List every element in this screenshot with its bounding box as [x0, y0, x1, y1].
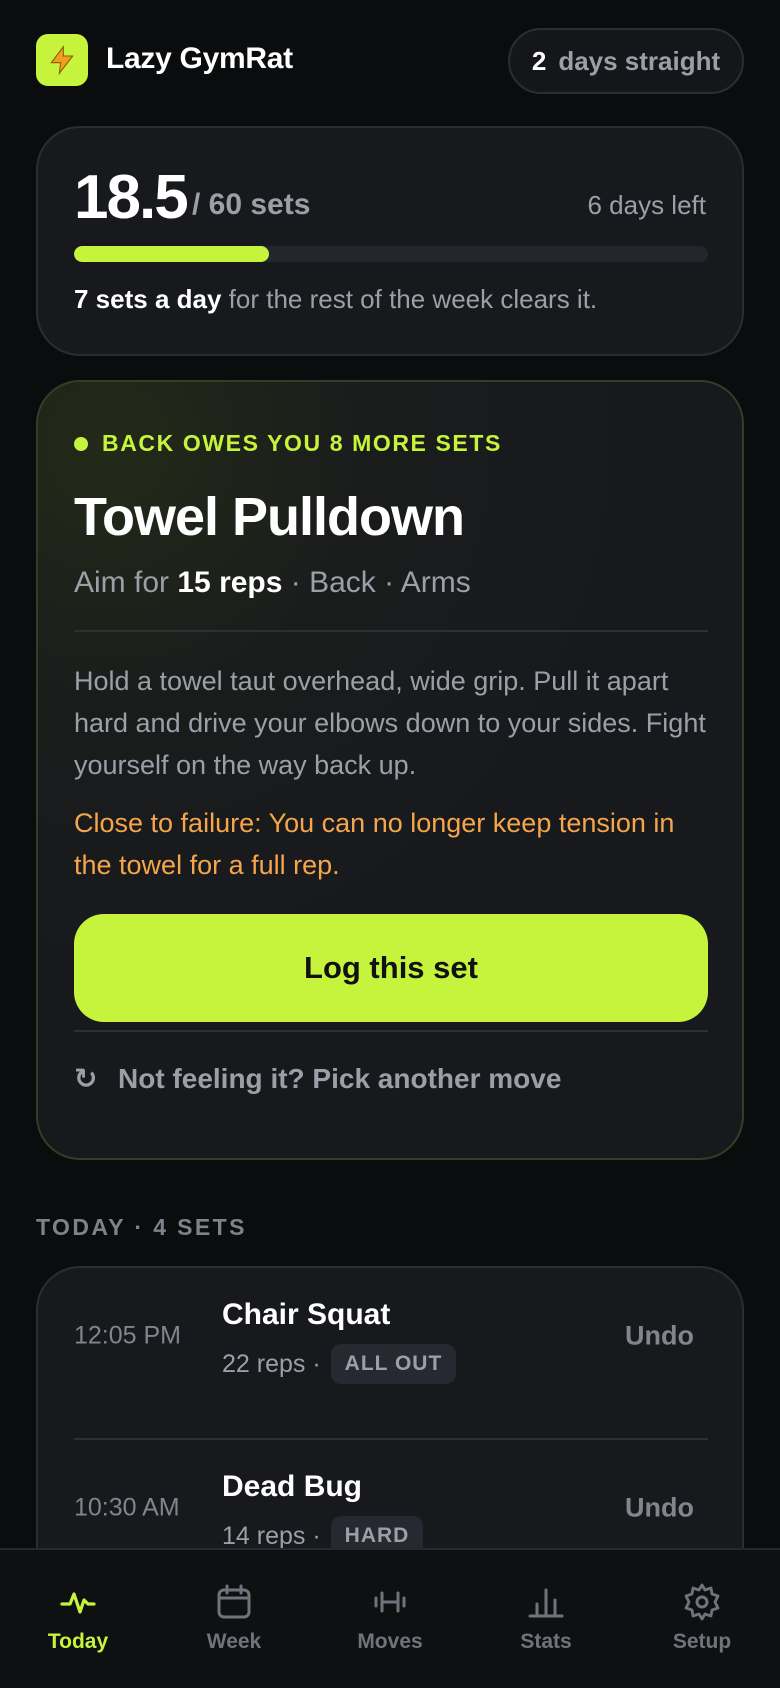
bottom-nav: Today Week Moves Stats Setup [0, 1548, 780, 1688]
gear-icon [684, 1583, 720, 1621]
undo-button[interactable]: Undo [625, 1321, 694, 1352]
move-description: Hold a towel taut overhead, wide grip. P… [74, 666, 706, 780]
log-entry-reps: 22 reps · [222, 1349, 321, 1378]
nav-label: Setup [672, 1630, 732, 1653]
nav-label: Today [47, 1630, 109, 1653]
status-dot-icon [74, 436, 88, 451]
log-entry-reps: 14 reps · [222, 1521, 321, 1550]
suggested-move-card: BACK OWES YOU 8 MORE SETS Towel Pulldown… [36, 380, 744, 1160]
nav-label: Moves [357, 1630, 423, 1653]
nav-tab-stats[interactable]: Stats [468, 1550, 624, 1688]
nav-label: Stats [520, 1630, 572, 1653]
log-entry: 12:05 PM Chair Squat 22 reps · ALL OUT U… [38, 1268, 746, 1404]
aim-prefix: Aim for [74, 566, 178, 599]
nav-tab-setup[interactable]: Setup [624, 1550, 780, 1688]
streak-count: 2 [531, 45, 547, 76]
lightning-bolt-icon [36, 34, 88, 86]
progress-bar [74, 246, 708, 262]
sets-goal: / 60 sets [192, 188, 311, 221]
divider [74, 630, 708, 632]
aim-reps: 15 reps [177, 566, 283, 599]
bar-chart-icon [528, 1588, 564, 1618]
log-entry-meta: 22 reps · ALL OUT [222, 1344, 457, 1384]
nav-tab-today[interactable]: Today [0, 1550, 156, 1688]
sets-done: 18.5 [74, 163, 189, 232]
log-entry-name: Dead Bug [222, 1470, 363, 1503]
streak-badge[interactable]: 2 days straight [508, 28, 744, 94]
progress-bar-fill [74, 246, 270, 262]
swap-move-button[interactable]: ↻ Not feeling it? Pick another move [74, 1062, 561, 1095]
log-entry-time: 10:30 AM [74, 1493, 180, 1522]
swap-move-label: Not feeling it? Pick another move [118, 1062, 562, 1094]
aim-line: Aim for 15 reps · Back · Arms [74, 566, 471, 600]
nav-tab-week[interactable]: Week [156, 1550, 312, 1688]
failure-cue: Close to failure: You can no longer keep… [74, 808, 675, 880]
pulse-icon [60, 1592, 96, 1614]
calendar-icon [217, 1584, 251, 1619]
move-name: Towel Pulldown [74, 487, 465, 547]
pace-strong: 7 sets a day [74, 284, 222, 314]
app-title: Lazy GymRat [106, 42, 293, 75]
dumbbell-icon [374, 1591, 406, 1613]
today-section-header: TODAY · 4 SETS [36, 1214, 247, 1240]
divider [74, 1030, 708, 1032]
undo-button[interactable]: Undo [625, 1493, 694, 1524]
effort-badge: ALL OUT [330, 1344, 457, 1384]
streak-label: days straight [558, 45, 721, 76]
muscle-owe-line: BACK OWES YOU 8 MORE SETS [74, 430, 502, 457]
refresh-icon: ↻ [74, 1063, 98, 1094]
log-entry-time: 12:05 PM [74, 1321, 182, 1350]
app-header: Lazy GymRat 2 days straight [0, 0, 780, 120]
log-set-button[interactable]: Log this set [74, 914, 708, 1022]
days-left: 6 days left [587, 190, 706, 220]
log-entry-name: Chair Squat [222, 1298, 391, 1331]
pace-rest: for the rest of the week clears it. [221, 284, 598, 314]
muscle-owe-text: BACK OWES YOU 8 MORE SETS [102, 430, 502, 456]
pace-hint: 7 sets a day for the rest of the week cl… [74, 284, 597, 315]
aim-muscles: · Back · Arms [282, 566, 471, 599]
nav-label: Week [206, 1630, 262, 1653]
weekly-progress-card: 18.5 / 60 sets 6 days left 7 sets a day … [36, 126, 744, 356]
nav-tab-moves[interactable]: Moves [312, 1550, 468, 1688]
